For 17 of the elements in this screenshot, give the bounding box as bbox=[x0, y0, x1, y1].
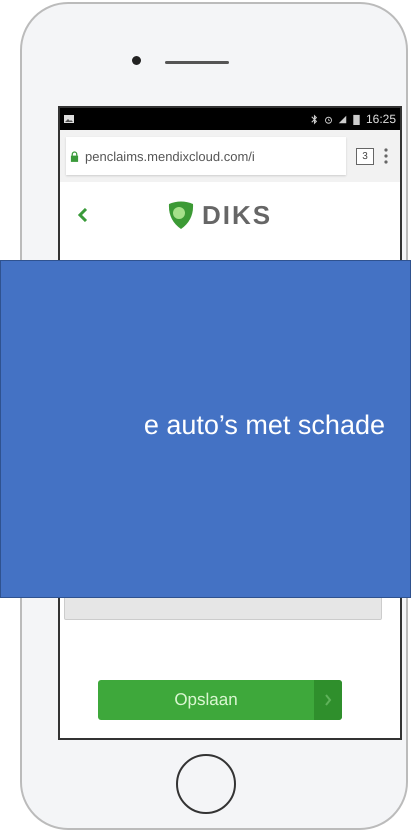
speaker-slot bbox=[165, 61, 229, 64]
camera-dot bbox=[132, 56, 141, 65]
overflow-menu-icon[interactable] bbox=[384, 148, 388, 164]
logo-text: DIKS bbox=[202, 200, 272, 230]
home-button[interactable] bbox=[176, 754, 236, 814]
shield-logo-icon bbox=[166, 200, 196, 230]
address-field[interactable]: penclaims.mendixcloud.com/i bbox=[66, 137, 346, 175]
back-icon[interactable] bbox=[78, 208, 88, 222]
lock-icon bbox=[70, 150, 79, 162]
signal-icon bbox=[338, 114, 347, 124]
tab-count-button[interactable]: 3 bbox=[356, 148, 374, 164]
battery-icon bbox=[352, 114, 361, 124]
bluetooth-icon bbox=[310, 114, 319, 124]
slide-caption: e auto’s met schade bbox=[144, 410, 385, 440]
image-icon bbox=[64, 115, 74, 123]
status-time: 16:25 bbox=[366, 112, 396, 126]
chevron-icon bbox=[314, 680, 342, 720]
